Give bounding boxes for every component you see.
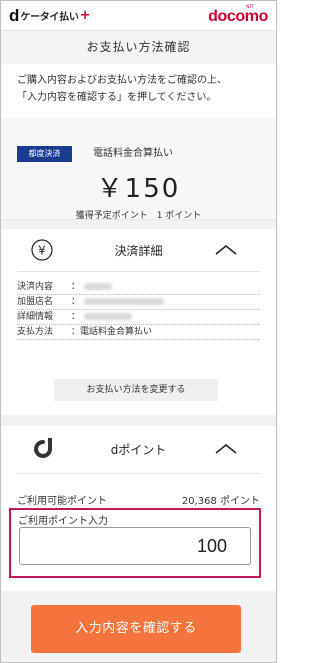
logo-d: d [9, 6, 20, 25]
detail-value: ： [71, 282, 81, 292]
detail-label: 加盟店名 [17, 297, 54, 307]
chevron-up-icon[interactable] [214, 440, 238, 458]
available-points-label: ご利用可能ポイント [17, 496, 107, 507]
chevron-up-icon[interactable] [214, 241, 238, 259]
payment-details-section: ¥ 決済詳細 決済内容 ： 加盟店名 ： 詳細情報 ： 支払方法 ：電話料金合算… [1, 229, 276, 415]
points-earned: 獲得予定ポイント 1 ポイント [75, 211, 202, 221]
docomo-wordmark: docomo [208, 8, 268, 25]
logo-text: ケータイ払い [20, 12, 79, 23]
price-amount: ￥150 [96, 174, 181, 204]
detail-label: 詳細情報 [17, 312, 54, 322]
amount-summary: 都度決済 電話料金合算払い ￥150 獲得予定ポイント 1 ポイント [1, 118, 276, 221]
payment-type-badge: 都度決済 [17, 146, 72, 162]
available-points-value: 20,368 ポイント [181, 496, 260, 507]
dpoint-section: dポイント ご利用可能ポイント 20,368 ポイント ご利用ポイント入力 [1, 426, 276, 591]
detail-row-info: 詳細情報 ： [17, 310, 260, 325]
available-points-row: ご利用可能ポイント 20,368 ポイント [17, 492, 260, 507]
detail-row-merchant: 加盟店名 ： [17, 295, 260, 310]
detail-label: 決済内容 [17, 282, 54, 292]
redacted-value [84, 313, 133, 320]
detail-rows: 決済内容 ： 加盟店名 ： 詳細情報 ： 支払方法 ：電話料金合算払い [17, 280, 260, 340]
redacted-value [84, 283, 113, 290]
page-frame: d ケータイ払い + NTT docomo お支払い方法確認 ご購入内容およびお… [0, 0, 277, 663]
detail-value: ： [71, 297, 81, 307]
use-points-highlight: ご利用ポイント入力 [9, 508, 261, 578]
change-payment-method-button[interactable]: お支払い方法を変更する [54, 379, 218, 401]
divider [17, 271, 260, 272]
app-header: d ケータイ払い + NTT docomo [1, 1, 276, 31]
redacted-value [84, 298, 165, 305]
intro-line-1: ご購入内容およびお支払い方法をご確認の上、 [17, 75, 227, 86]
confirm-input-button[interactable]: 入力内容を確認する [31, 605, 241, 653]
detail-value: ：電話料金合算払い [71, 327, 153, 337]
detail-row-method: 支払方法 ：電話料金合算払い [17, 325, 260, 340]
use-points-input[interactable] [19, 527, 251, 565]
logo-plus: + [79, 8, 91, 23]
payment-method-label: 電話料金合算払い [93, 148, 173, 159]
d-keitai-barai-logo: d ケータイ払い + [9, 7, 91, 24]
page-title: お支払い方法確認 [1, 31, 276, 64]
docomo-logo: NTT docomo [208, 4, 268, 25]
detail-row-content: 決済内容 ： [17, 280, 260, 295]
detail-value: ： [71, 312, 81, 322]
divider [17, 473, 260, 474]
detail-label: 支払方法 [17, 327, 54, 337]
intro-line-2: 「入力内容を確認する」を押してください。 [17, 92, 217, 103]
use-points-label: ご利用ポイント入力 [18, 516, 108, 527]
intro-text: ご購入内容およびお支払い方法をご確認の上、 「入力内容を確認する」を押してくださ… [1, 64, 276, 118]
